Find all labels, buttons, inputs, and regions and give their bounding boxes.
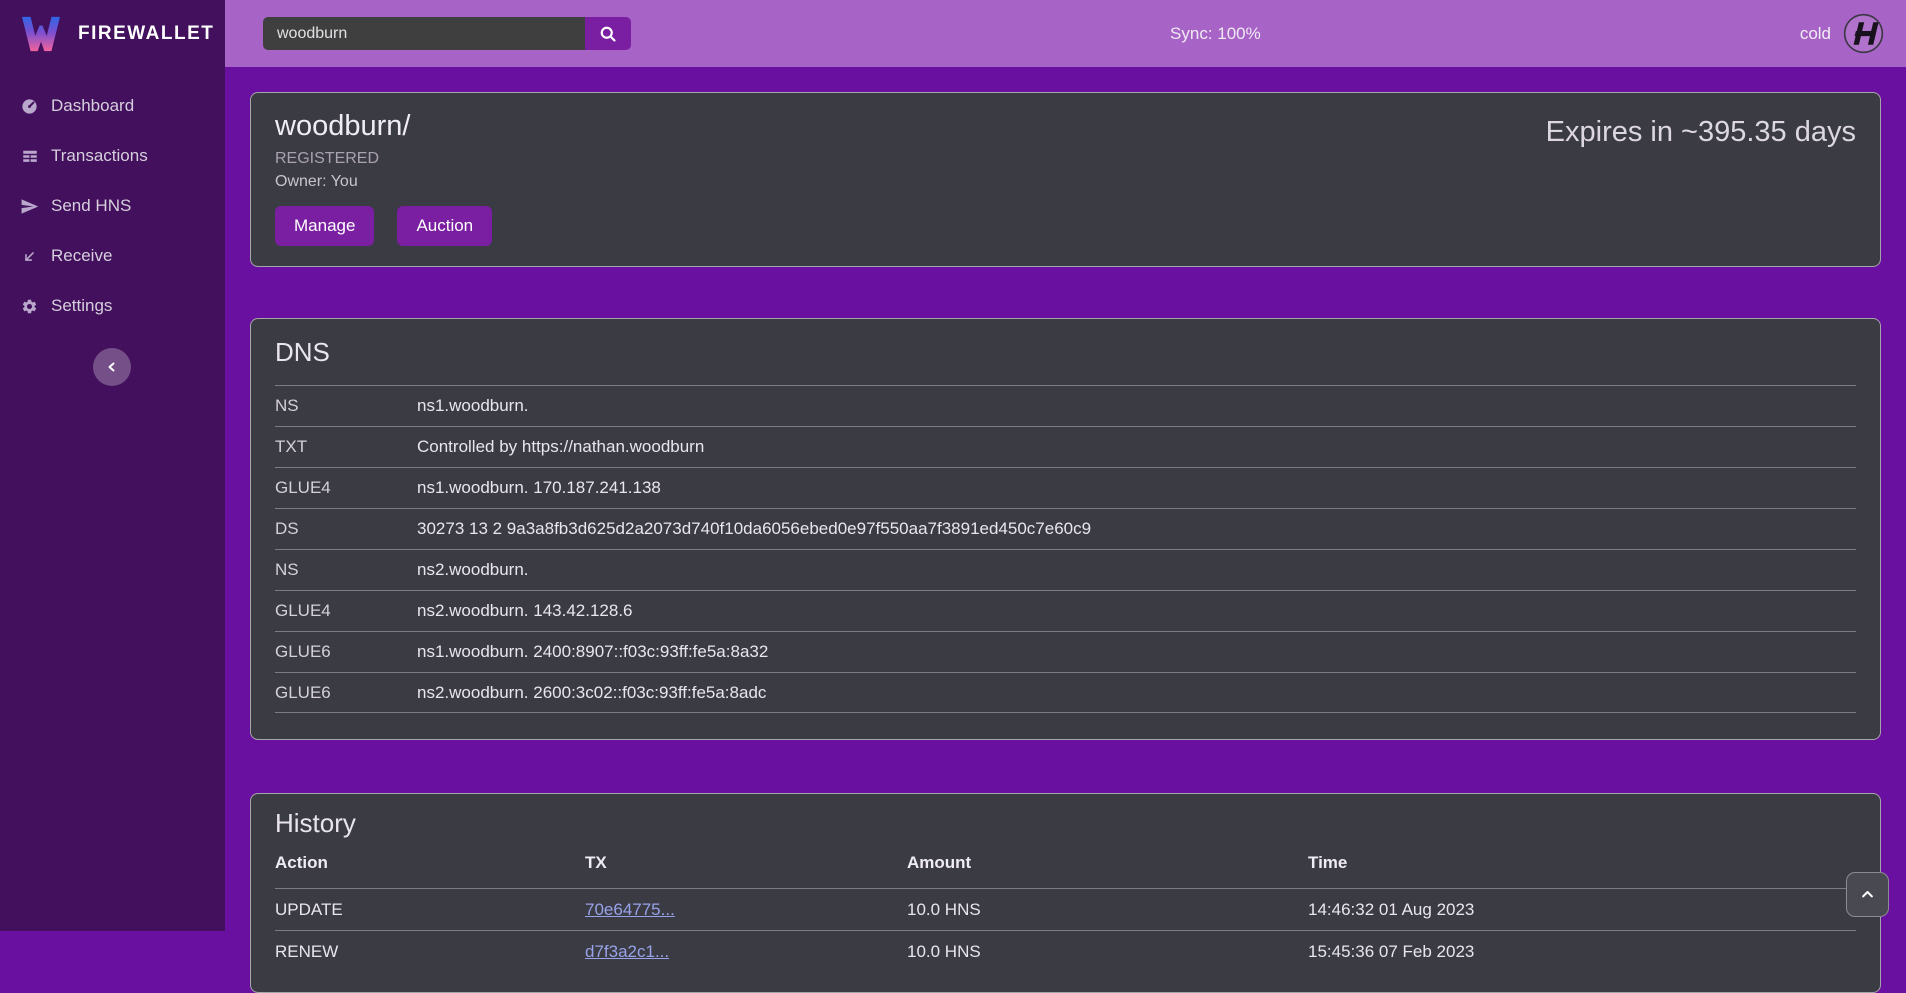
dns-record-row: TXT Controlled by https://nathan.woodbur… — [275, 426, 1856, 467]
sidebar-item-transactions[interactable]: Transactions — [0, 131, 225, 181]
dns-record-value: Controlled by https://nathan.woodburn — [417, 437, 1856, 457]
tx-link[interactable]: d7f3a2c1... — [585, 942, 669, 961]
sidebar-item-label: Transactions — [51, 146, 148, 166]
table-icon — [20, 147, 39, 166]
history-card-title: History — [275, 808, 1856, 839]
sidebar-item-label: Settings — [51, 296, 112, 316]
dns-record-value: ns1.woodburn. 2400:8907::f03c:93ff:fe5a:… — [417, 642, 1856, 662]
search-button[interactable] — [585, 17, 631, 50]
dns-record-value: 30273 13 2 9a3a8fb3d625d2a2073d740f10da6… — [417, 519, 1856, 539]
domain-card-left: woodburn/ REGISTERED Owner: You Manage A… — [275, 110, 492, 246]
dns-record-value: ns1.woodburn. — [417, 396, 1856, 416]
dns-record-row: GLUE6 ns1.woodburn. 2400:8907::f03c:93ff… — [275, 631, 1856, 672]
gear-icon — [20, 297, 39, 316]
sidebar-collapse-button[interactable] — [93, 348, 131, 386]
sidebar-item-dashboard[interactable]: Dashboard — [0, 81, 225, 131]
history-col-action: Action — [275, 853, 585, 873]
dns-table: NS ns1.woodburn. TXT Controlled by https… — [275, 385, 1856, 713]
dns-record-row: DS 30273 13 2 9a3a8fb3d625d2a2073d740f10… — [275, 508, 1856, 549]
sidebar-item-settings[interactable]: Settings — [0, 281, 225, 331]
dns-record-value: ns1.woodburn. 170.187.241.138 — [417, 478, 1856, 498]
expires-label: Expires in ~395.35 days — [1546, 110, 1856, 246]
search-group — [263, 17, 631, 50]
brand: FIREWALLET — [0, 0, 225, 67]
handshake-logo-icon — [1843, 13, 1884, 54]
history-col-amount: Amount — [907, 853, 1308, 873]
dns-record-value: ns2.woodburn. 2600:3c02::f03c:93ff:fe5a:… — [417, 683, 1856, 703]
dns-record-type: GLUE6 — [275, 642, 417, 662]
domain-actions: Manage Auction — [275, 206, 492, 246]
dns-record-type: DS — [275, 519, 417, 539]
history-amount: 10.0 HNS — [907, 900, 1308, 920]
sidebar-nav: Dashboard Transactions Send HNS — [0, 67, 225, 331]
history-col-time: Time — [1308, 853, 1856, 873]
sidebar-item-label: Send HNS — [51, 196, 131, 216]
brand-name: FIREWALLET — [78, 23, 214, 45]
dns-record-row: NS ns1.woodburn. — [275, 385, 1856, 426]
history-row: RENEW d7f3a2c1... 10.0 HNS 15:45:36 07 F… — [275, 930, 1856, 972]
sidebar-item-label: Receive — [51, 246, 112, 266]
dns-card-title: DNS — [275, 337, 1856, 368]
dns-record-row: GLUE4 ns2.woodburn. 143.42.128.6 — [275, 590, 1856, 631]
wallet-name-label: cold — [1800, 24, 1831, 44]
wallet-switcher[interactable]: cold — [1800, 13, 1884, 54]
history-table-header: Action TX Amount Time — [275, 839, 1856, 888]
dns-record-row: GLUE6 ns2.woodburn. 2600:3c02::f03c:93ff… — [275, 672, 1856, 713]
search-icon — [598, 24, 618, 44]
main-content: woodburn/ REGISTERED Owner: You Manage A… — [225, 67, 1906, 931]
sync-status: Sync: 100% — [631, 24, 1800, 44]
domain-card: woodburn/ REGISTERED Owner: You Manage A… — [250, 92, 1881, 267]
history-action: RENEW — [275, 942, 585, 962]
history-time: 15:45:36 07 Feb 2023 — [1308, 942, 1856, 962]
dns-card: DNS NS ns1.woodburn. TXT Controlled by h… — [250, 318, 1881, 740]
firewallet-w-logo-icon — [18, 15, 64, 53]
domain-owner-label: Owner: You — [275, 173, 492, 191]
dns-record-type: NS — [275, 560, 417, 580]
scroll-to-top-button[interactable] — [1846, 872, 1889, 917]
dns-record-type: TXT — [275, 437, 417, 457]
history-action: UPDATE — [275, 900, 585, 920]
gauge-icon — [20, 97, 39, 116]
dns-record-type: NS — [275, 396, 417, 416]
chevron-left-icon — [106, 361, 118, 373]
manage-button[interactable]: Manage — [275, 206, 374, 246]
history-row: UPDATE 70e64775... 10.0 HNS 14:46:32 01 … — [275, 888, 1856, 930]
auction-button[interactable]: Auction — [397, 206, 492, 246]
dns-record-type: GLUE4 — [275, 601, 417, 621]
dns-record-type: GLUE4 — [275, 478, 417, 498]
history-time: 14:46:32 01 Aug 2023 — [1308, 900, 1856, 920]
domain-status-label: REGISTERED — [275, 150, 492, 168]
dns-record-row: GLUE4 ns1.woodburn. 170.187.241.138 — [275, 467, 1856, 508]
receive-arrow-icon — [20, 247, 39, 266]
tx-link[interactable]: 70e64775... — [585, 900, 675, 919]
dns-record-value: ns2.woodburn. 143.42.128.6 — [417, 601, 1856, 621]
send-icon — [20, 197, 39, 216]
history-col-tx: TX — [585, 853, 907, 873]
search-input[interactable] — [263, 17, 585, 50]
dns-record-type: GLUE6 — [275, 683, 417, 703]
sidebar: FIREWALLET Dashboard Transactions — [0, 0, 225, 931]
dns-record-row: NS ns2.woodburn. — [275, 549, 1856, 590]
sidebar-item-label: Dashboard — [51, 96, 134, 116]
dns-record-value: ns2.woodburn. — [417, 560, 1856, 580]
sidebar-item-send-hns[interactable]: Send HNS — [0, 181, 225, 231]
domain-name-title: woodburn/ — [275, 110, 492, 143]
topbar: Sync: 100% cold — [225, 0, 1906, 67]
history-amount: 10.0 HNS — [907, 942, 1308, 962]
sidebar-item-receive[interactable]: Receive — [0, 231, 225, 281]
chevron-up-icon — [1860, 887, 1875, 902]
history-card: History Action TX Amount Time UPDATE 70e… — [250, 793, 1881, 993]
